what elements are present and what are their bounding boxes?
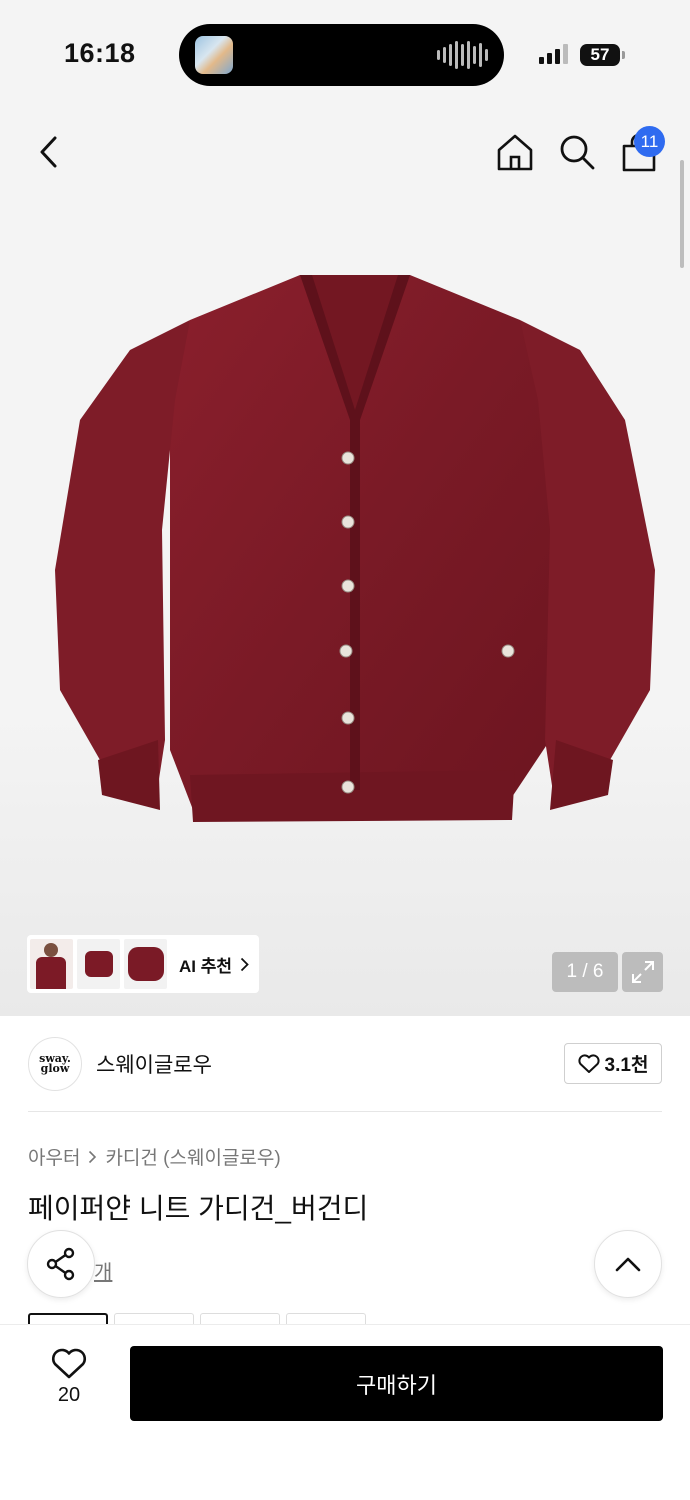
search-icon bbox=[560, 135, 595, 170]
product-image[interactable] bbox=[50, 270, 660, 830]
product-title: 페이퍼얀 니트 가디건_버건디 bbox=[28, 1193, 369, 1224]
review-link[interactable]: 개 bbox=[94, 1256, 112, 1285]
expand-button[interactable] bbox=[622, 952, 663, 992]
ai-thumb-cardigan-2 bbox=[124, 939, 167, 989]
scroll-indicator bbox=[680, 160, 684, 268]
status-time: 16:18 bbox=[64, 38, 136, 68]
home-icon bbox=[497, 134, 533, 171]
search-button[interactable] bbox=[556, 130, 598, 174]
brand-name[interactable]: 스웨이글로우 bbox=[96, 1049, 212, 1079]
divider bbox=[28, 1111, 662, 1112]
brand-logo[interactable]: sway. glow bbox=[28, 1037, 82, 1091]
chevron-right-icon bbox=[240, 957, 249, 971]
buy-button[interactable]: 구매하기 bbox=[130, 1346, 663, 1421]
chevron-right-icon bbox=[89, 1150, 97, 1163]
share-button[interactable] bbox=[27, 1230, 95, 1298]
expand-icon bbox=[631, 961, 654, 983]
back-button[interactable] bbox=[28, 130, 68, 174]
now-playing-artwork bbox=[195, 36, 233, 74]
audio-wave-icon bbox=[437, 41, 488, 69]
wishlist-button[interactable]: 20 bbox=[40, 1348, 98, 1407]
home-button[interactable] bbox=[494, 130, 536, 174]
image-counter: 1 / 6 bbox=[552, 952, 618, 992]
ai-thumb-cardigan bbox=[77, 939, 120, 989]
breadcrumb-subcategory[interactable]: 카디건 (스웨이글로우) bbox=[105, 1143, 280, 1170]
battery-cap bbox=[622, 51, 625, 59]
heart-icon bbox=[52, 1348, 86, 1379]
ai-recommend-button[interactable]: AI 추천 bbox=[27, 935, 259, 993]
breadcrumb-category[interactable]: 아우터 bbox=[28, 1143, 80, 1170]
battery-icon: 57 bbox=[580, 44, 620, 66]
scroll-top-button[interactable] bbox=[594, 1230, 662, 1298]
ai-thumb-model bbox=[30, 939, 73, 989]
ai-recommend-label: AI 추천 bbox=[179, 952, 249, 977]
cart-count-badge: 11 bbox=[634, 126, 665, 157]
brand-logo-text-bottom: glow bbox=[40, 1062, 70, 1075]
brand-like-button[interactable]: 3.1천 bbox=[564, 1043, 662, 1084]
ai-recommend-text: AI 추천 bbox=[179, 956, 233, 976]
brand-like-count: 3.1천 bbox=[604, 1055, 649, 1076]
heart-icon bbox=[577, 1053, 600, 1073]
wishlist-count: 20 bbox=[57, 1384, 81, 1406]
chevron-left-icon bbox=[40, 136, 57, 168]
share-icon bbox=[46, 1247, 75, 1281]
chevron-up-icon bbox=[615, 1257, 641, 1272]
breadcrumb: 아우터 카디건 (스웨이글로우) bbox=[28, 1143, 281, 1170]
dynamic-island bbox=[179, 24, 504, 86]
cellular-signal-icon bbox=[539, 44, 568, 64]
